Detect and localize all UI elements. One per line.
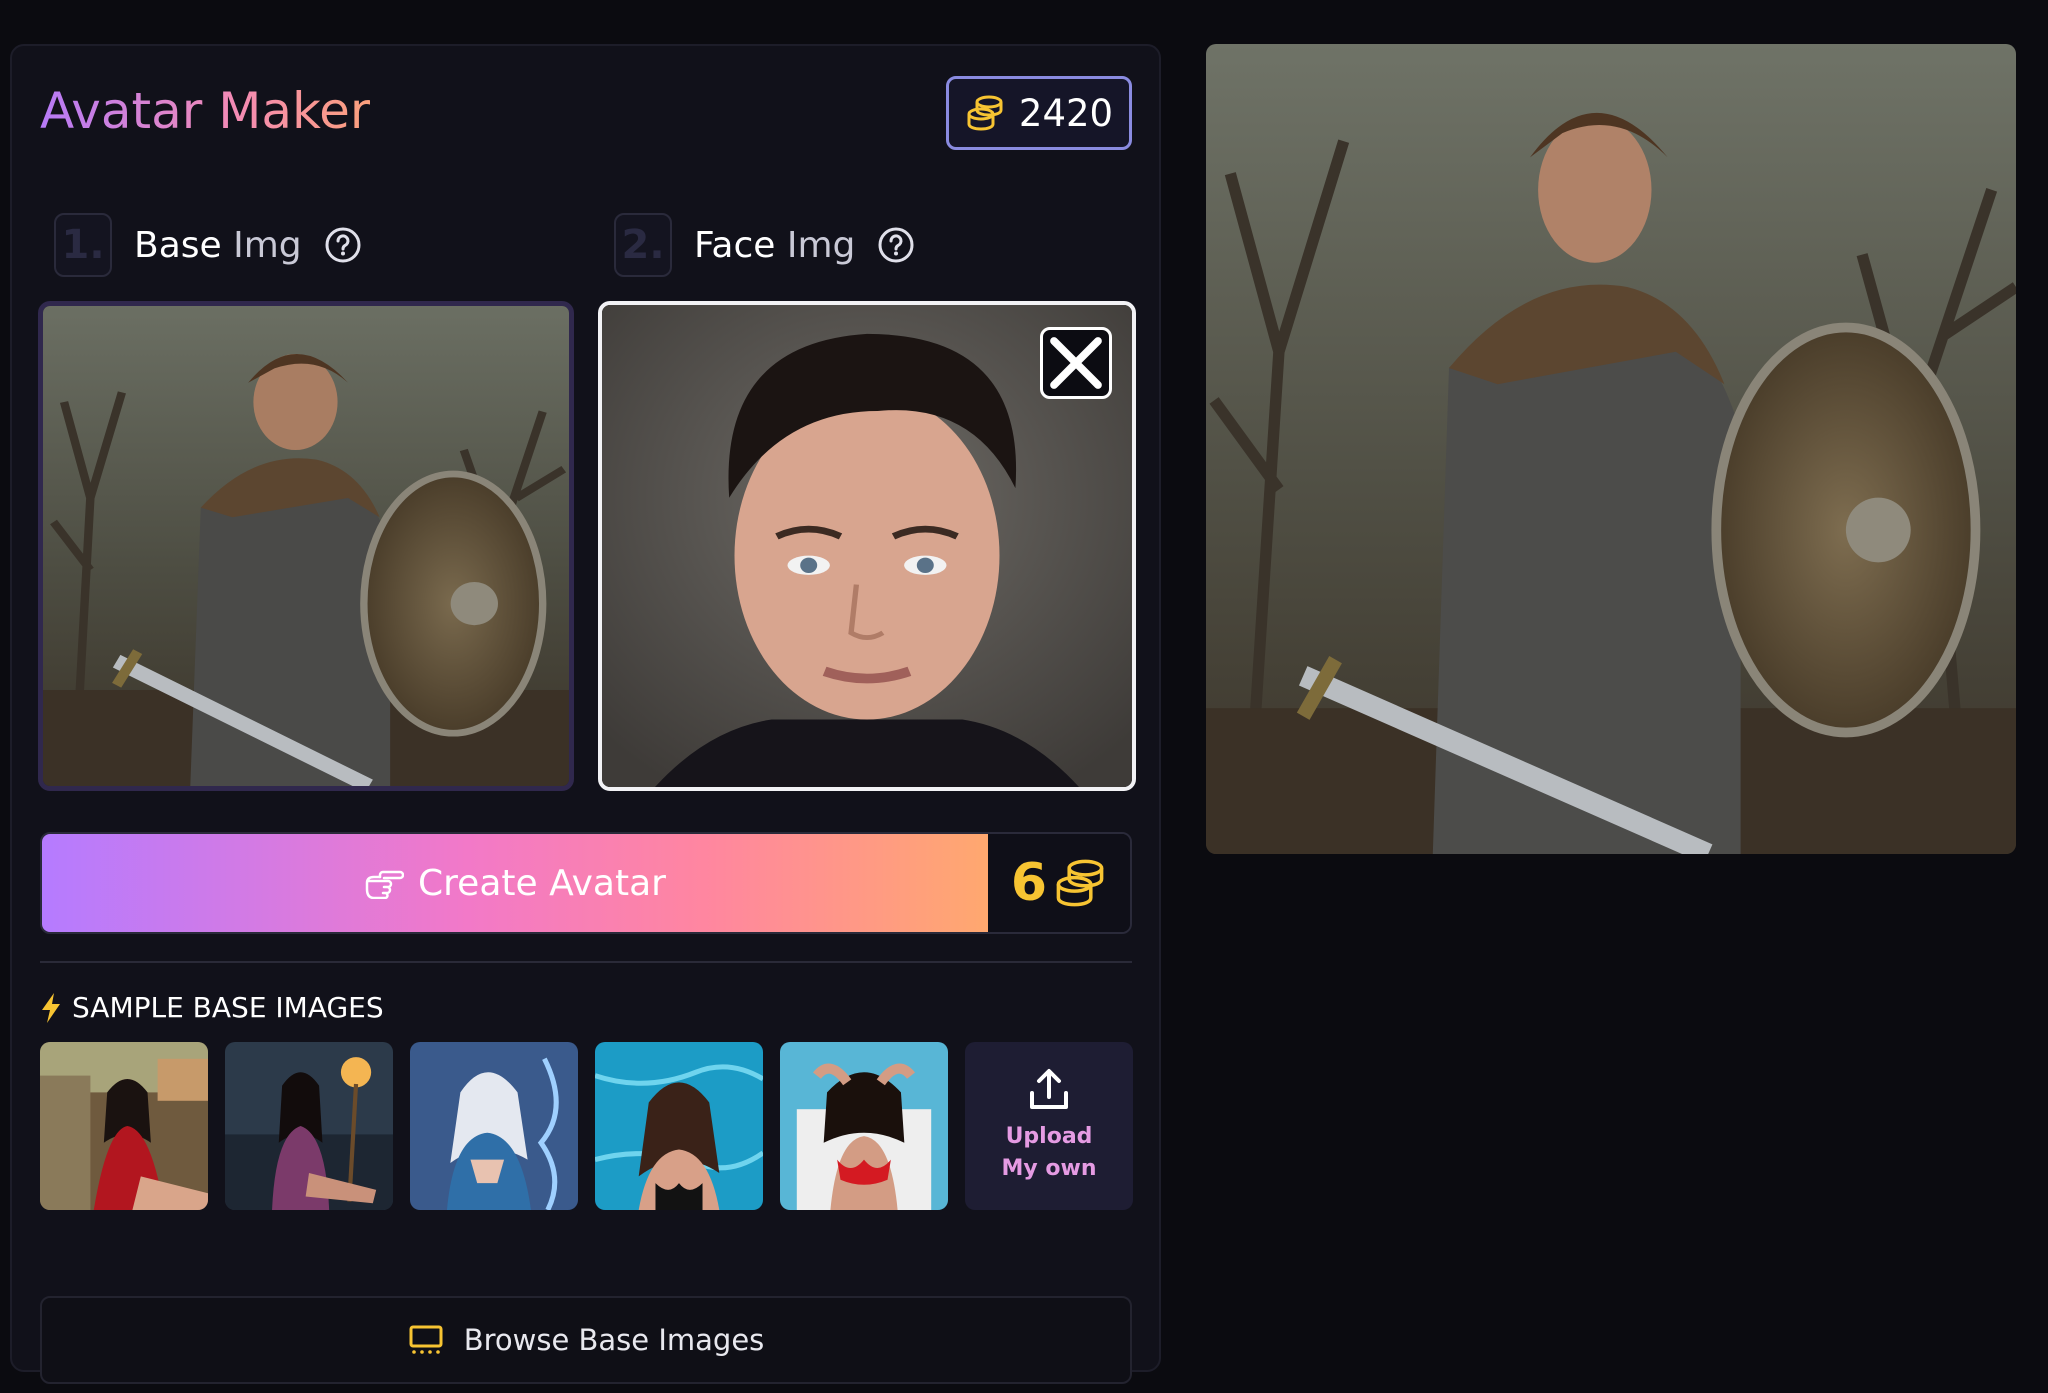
sample-thumbnail[interactable]	[595, 1042, 763, 1210]
sample-thumbnail[interactable]	[780, 1042, 948, 1210]
lightning-icon	[42, 992, 60, 1023]
sample-1	[40, 1042, 208, 1210]
step-label-main: Base	[134, 224, 222, 266]
step-number: 2.	[614, 213, 672, 277]
help-icon[interactable]	[324, 226, 362, 264]
sample-thumbnail[interactable]	[40, 1042, 208, 1210]
browse-base-images-button[interactable]: Browse Base Images	[40, 1296, 1132, 1384]
upload-own-label: Upload My own	[1001, 1124, 1097, 1181]
samples-heading-label: SAMPLE BASE IMAGES	[72, 991, 384, 1024]
step-label-soft: Img	[233, 224, 302, 266]
avatar-maker-app: Avatar Maker 2420 1. Base Img 2. Face Im…	[0, 0, 2048, 1393]
warrior-result-image	[1206, 44, 2016, 854]
cost-value: 6	[1010, 853, 1048, 913]
credits-value: 2420	[1018, 91, 1114, 135]
gallery-icon	[409, 1325, 443, 1354]
sample-thumbnail[interactable]	[225, 1042, 393, 1210]
create-avatar-row: Create Avatar 6	[40, 832, 1132, 934]
coins-icon	[967, 95, 1003, 131]
close-icon	[1050, 337, 1102, 389]
step-label-main: Face	[694, 224, 776, 266]
step-number: 1.	[54, 213, 112, 277]
pointing-hand-icon	[365, 870, 405, 899]
page-title: Avatar Maker	[40, 82, 371, 140]
sample-3	[410, 1042, 578, 1210]
editor-panel: Avatar Maker 2420 1. Base Img 2. Face Im…	[10, 44, 1161, 1384]
sample-4	[595, 1042, 763, 1210]
sample-2	[225, 1042, 393, 1210]
credits-badge[interactable]: 2420	[946, 76, 1132, 150]
divider	[40, 961, 1132, 963]
step-label-soft: Img	[786, 224, 856, 266]
upload-own-button[interactable]: Upload My own	[965, 1042, 1133, 1210]
create-cost: 6	[988, 834, 1130, 932]
result-avatar-image[interactable]	[1206, 44, 2016, 854]
step-face-img: 2. Face Img	[614, 213, 915, 277]
sample-thumbnails: Upload My own	[40, 1042, 1133, 1210]
step-base-img: 1. Base Img	[54, 213, 362, 277]
browse-base-images-label: Browse Base Images	[463, 1323, 765, 1357]
create-avatar-label: Create Avatar	[418, 862, 666, 904]
upload-icon	[1030, 1069, 1068, 1109]
remove-face-button[interactable]	[1040, 327, 1112, 399]
step-label: Face Img	[694, 225, 855, 266]
sample-thumbnail[interactable]	[410, 1042, 578, 1210]
help-icon[interactable]	[877, 226, 915, 264]
coins-icon	[1056, 859, 1104, 907]
create-avatar-button[interactable]: Create Avatar	[42, 834, 988, 932]
base-image-slot[interactable]	[38, 301, 574, 791]
step-label: Base Img	[134, 225, 302, 266]
sample-5	[780, 1042, 948, 1210]
warrior-image	[43, 306, 569, 786]
samples-heading: SAMPLE BASE IMAGES	[40, 991, 384, 1024]
face-image-slot[interactable]	[598, 301, 1136, 791]
